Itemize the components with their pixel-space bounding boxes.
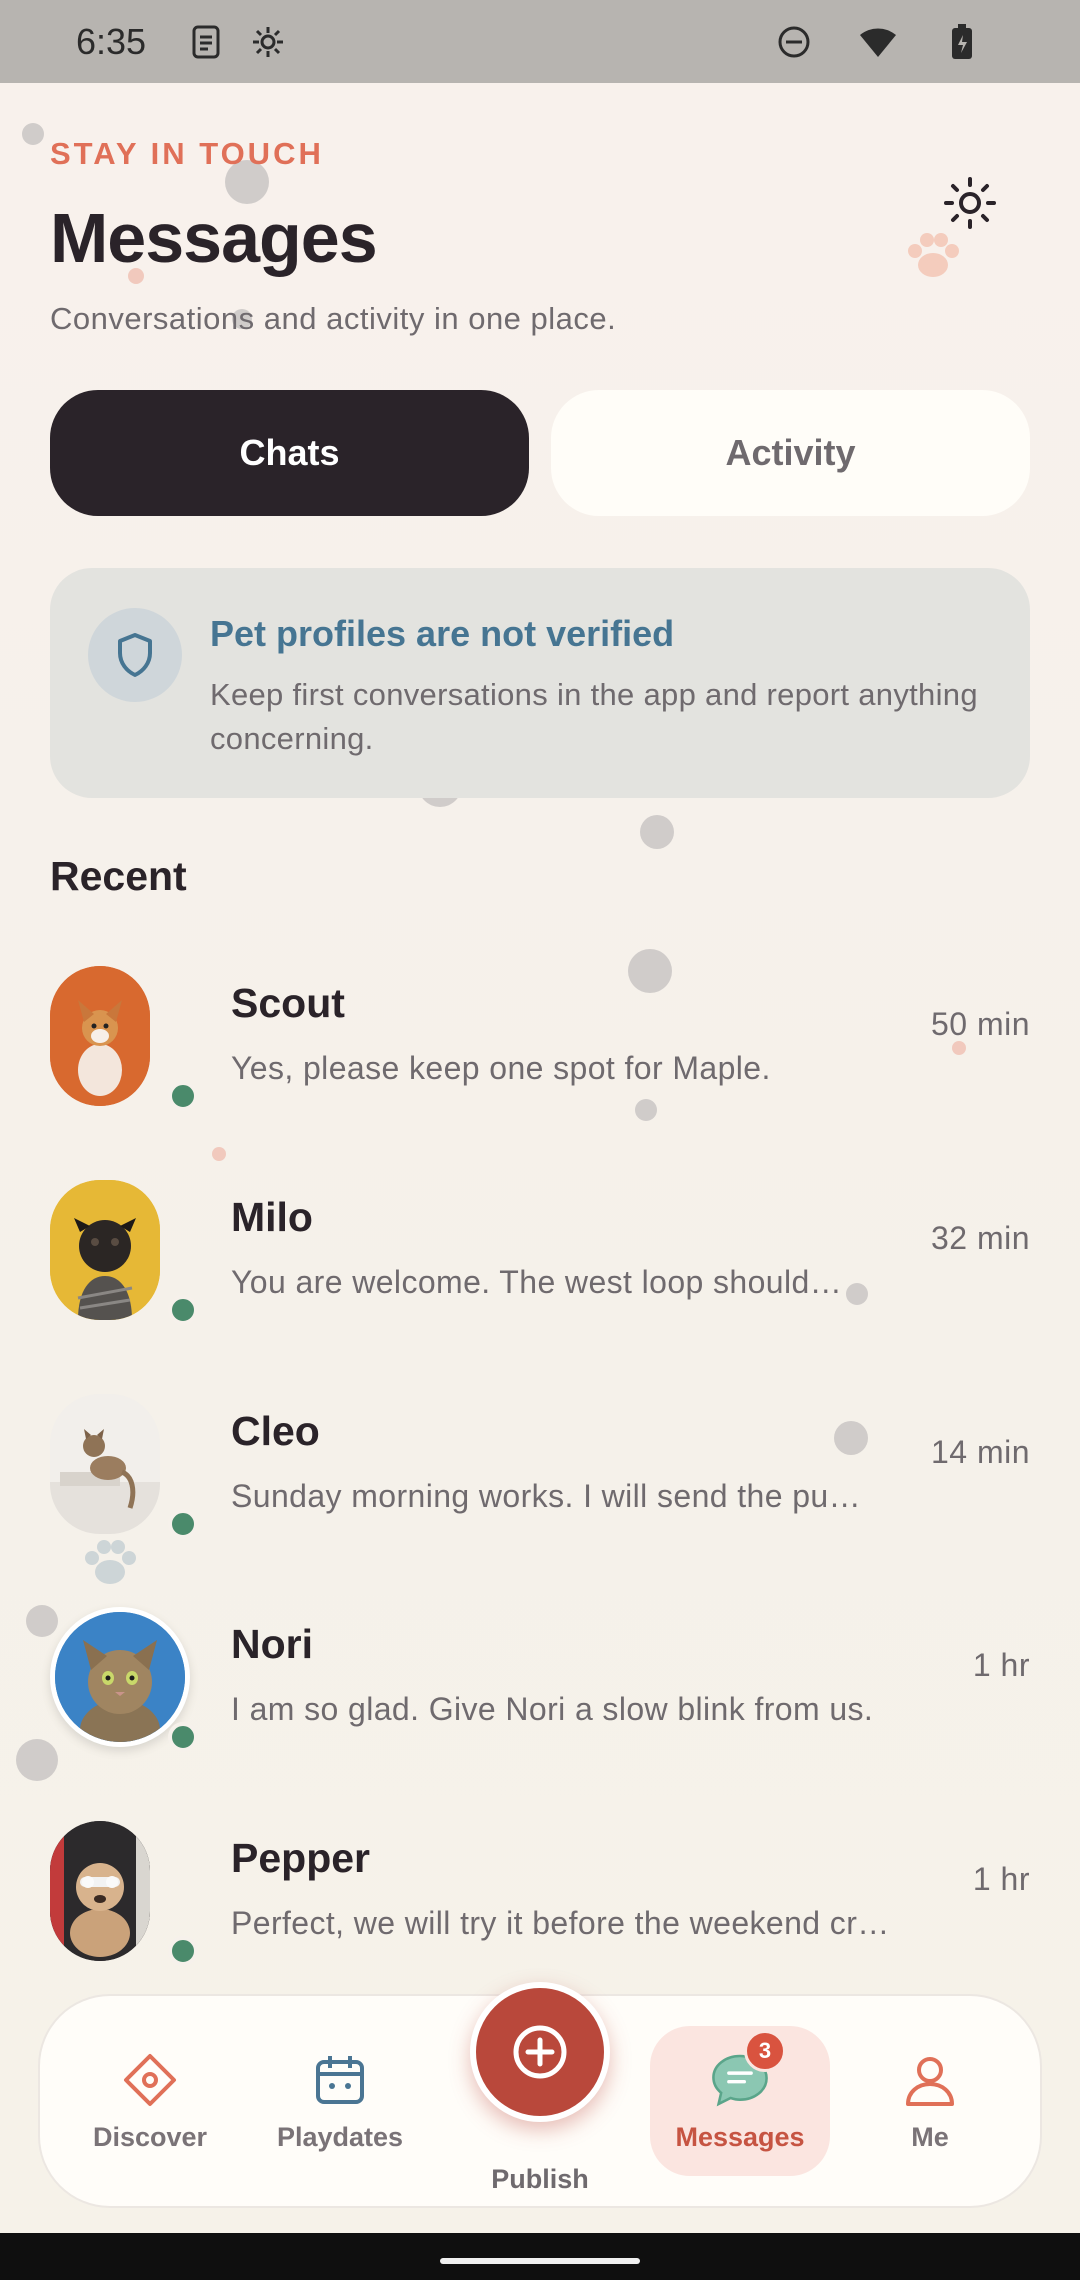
publish-button[interactable] bbox=[470, 1982, 610, 2122]
chat-item-pepper[interactable]: Pepper Perfect, we will try it before th… bbox=[50, 1821, 1030, 1971]
chat-preview: Sunday morning works. I will send the pu… bbox=[231, 1478, 862, 1514]
chat-bubble-icon: 3 bbox=[710, 2029, 786, 2110]
chat-time: 50 min bbox=[930, 1006, 1030, 1042]
compass-diamond-icon bbox=[120, 2050, 180, 2110]
nav-item-me[interactable]: Me bbox=[840, 2026, 1020, 2176]
chat-item-milo[interactable]: Milo You are welcome. The west loop shou… bbox=[50, 1180, 1030, 1330]
chat-time: 1 hr bbox=[972, 1861, 1030, 1897]
nav-label: Discover bbox=[92, 2121, 208, 2152]
segmented-tabs: Chats Activity bbox=[50, 390, 1030, 516]
status-time: 6:35 bbox=[76, 20, 147, 62]
chat-name: Scout bbox=[231, 980, 345, 1026]
page-eyebrow: STAY IN TOUCH bbox=[50, 136, 324, 171]
chat-time: 32 min bbox=[930, 1220, 1030, 1256]
nav-label: Messages bbox=[675, 2121, 805, 2152]
online-indicator bbox=[168, 1295, 198, 1325]
status-bar: 6:35 bbox=[0, 0, 1080, 83]
theme-toggle-button[interactable] bbox=[930, 163, 1010, 243]
page-title: Messages bbox=[50, 199, 378, 277]
plus-circle-icon bbox=[513, 2025, 567, 2079]
publish-label: Publish bbox=[491, 2164, 589, 2194]
sim-icon bbox=[186, 22, 226, 62]
calendar-icon bbox=[310, 2050, 370, 2110]
chat-item-scout[interactable]: Scout Yes, please keep one spot for Mapl… bbox=[50, 966, 1030, 1116]
nav-item-discover[interactable]: Discover bbox=[60, 2026, 240, 2176]
chat-preview: Perfect, we will try it before the weeke… bbox=[231, 1905, 890, 1941]
messages-screen: STAY IN TOUCH Messages Conversations and… bbox=[0, 83, 1080, 2233]
decorative-dot bbox=[212, 1147, 226, 1161]
sun-icon bbox=[944, 177, 996, 229]
online-indicator bbox=[168, 1509, 198, 1539]
chat-item-cleo[interactable]: Cleo Sunday morning works. I will send t… bbox=[50, 1394, 1030, 1544]
avatar bbox=[50, 1607, 190, 1747]
avatar bbox=[50, 1394, 160, 1534]
chat-preview: You are welcome. The west loop should… bbox=[231, 1264, 843, 1300]
nav-label: Playdates bbox=[276, 2121, 404, 2152]
notice-title: Pet profiles are not verified bbox=[210, 613, 675, 654]
online-indicator bbox=[168, 1936, 198, 1966]
nav-label: Me bbox=[911, 2121, 949, 2152]
chat-time: 14 min bbox=[930, 1434, 1030, 1470]
dnd-icon bbox=[774, 22, 814, 62]
chat-name: Nori bbox=[231, 1621, 313, 1667]
chat-name: Milo bbox=[231, 1194, 313, 1240]
tab-chats[interactable]: Chats bbox=[50, 390, 529, 516]
decorative-dot bbox=[22, 123, 44, 145]
chat-time: 1 hr bbox=[972, 1647, 1030, 1683]
decorative-dot bbox=[640, 815, 674, 849]
page-subtitle: Conversations and activity in one place. bbox=[50, 301, 617, 336]
avatar bbox=[50, 1821, 150, 1961]
bottom-navigation: Discover Playdates Publish 3 Messages Me bbox=[40, 1982, 1040, 2206]
chat-item-nori[interactable]: Nori I am so glad. Give Nori a slow blin… bbox=[50, 1607, 1030, 1757]
person-icon bbox=[900, 2050, 960, 2110]
online-indicator bbox=[168, 1081, 198, 1111]
section-heading-recent: Recent bbox=[50, 853, 187, 899]
chat-name: Cleo bbox=[231, 1408, 320, 1454]
chat-preview: Yes, please keep one spot for Maple. bbox=[231, 1050, 771, 1086]
tab-activity[interactable]: Activity bbox=[551, 390, 1030, 516]
settings-icon bbox=[248, 22, 288, 62]
home-indicator[interactable] bbox=[440, 2258, 640, 2264]
system-gesture-bar bbox=[0, 2233, 1080, 2280]
online-indicator bbox=[168, 1722, 198, 1752]
battery-icon bbox=[942, 22, 982, 62]
notice-body: Keep first conversations in the app and … bbox=[210, 677, 978, 756]
avatar bbox=[50, 1180, 160, 1320]
wifi-icon bbox=[858, 22, 898, 62]
shield-icon bbox=[88, 608, 182, 702]
avatar bbox=[50, 966, 150, 1106]
chat-name: Pepper bbox=[231, 1835, 370, 1881]
nav-item-messages[interactable]: 3 Messages bbox=[650, 2026, 830, 2176]
chat-preview: I am so glad. Give Nori a slow blink fro… bbox=[231, 1691, 874, 1727]
nav-item-playdates[interactable]: Playdates bbox=[250, 2026, 430, 2176]
paw-decoration-icon bbox=[82, 1538, 138, 1593]
unread-badge: 3 bbox=[744, 2029, 786, 2072]
verification-notice: Pet profiles are not verified Keep first… bbox=[50, 568, 1030, 798]
